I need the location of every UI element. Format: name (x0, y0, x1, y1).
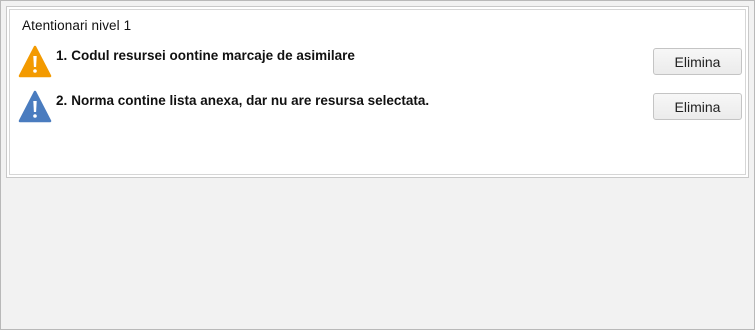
warning-row: 2. Norma contine lista anexa, dar nu are … (18, 90, 742, 126)
warning-text: Codul resursei oontine marcaje de asimil… (71, 48, 355, 63)
remove-warning-button[interactable]: Elimina (653, 48, 742, 75)
warning-number: 2. (56, 93, 68, 108)
warning-row: 1. Codul resursei oontine marcaje de asim… (18, 45, 742, 81)
warning-triangle-orange-icon (18, 45, 52, 79)
warnings-panel-inner: Atentionari nivel 1 1. Codul resursei oon… (9, 9, 746, 175)
dialog-window: Atentionari nivel 1 1. Codul resursei oon… (0, 0, 755, 330)
warning-message: 1. Codul resursei oontine marcaje de asim… (56, 48, 355, 63)
remove-warning-button[interactable]: Elimina (653, 93, 742, 120)
warning-number: 1. (56, 48, 68, 63)
panel-title: Atentionari nivel 1 (22, 18, 132, 33)
warning-message: 2. Norma contine lista anexa, dar nu are … (56, 93, 429, 108)
warnings-panel: Atentionari nivel 1 1. Codul resursei oon… (6, 6, 749, 178)
warning-triangle-blue-icon (18, 90, 52, 124)
warning-text: Norma contine lista anexa, dar nu are re… (71, 93, 430, 108)
